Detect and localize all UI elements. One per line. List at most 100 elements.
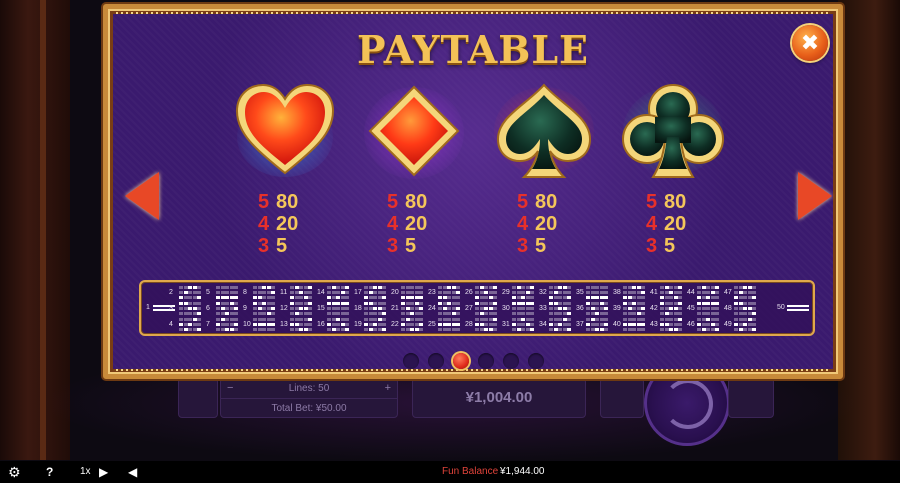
payline-number: 5 xyxy=(206,289,210,296)
payline-pattern xyxy=(401,302,423,316)
payout-count: 5 xyxy=(258,191,270,213)
sound-icon[interactable]: ◀ xyxy=(128,461,137,483)
payline-pattern xyxy=(216,318,238,332)
payline-pattern xyxy=(623,302,645,316)
payline-number: 42 xyxy=(650,305,658,312)
paylines-diagram: 1 50 2 3 4 5 6 7 8 9 10 11 12 13 14 15 16 17 18 19 20 21 22 2… xyxy=(139,280,815,336)
payline-number: 26 xyxy=(465,289,473,296)
payline-pattern xyxy=(586,286,608,300)
help-button[interactable]: ? xyxy=(46,461,53,483)
payline-pattern xyxy=(475,318,497,332)
payline-pattern xyxy=(586,318,608,332)
payline-number: 33 xyxy=(539,305,547,312)
payline-pattern xyxy=(401,286,423,300)
lines-plus-button[interactable]: + xyxy=(385,379,391,398)
payline-number: 27 xyxy=(465,305,473,312)
payline-number: 38 xyxy=(613,289,621,296)
payline-pattern xyxy=(327,302,349,316)
settings-gear-icon[interactable]: ⚙ xyxy=(8,461,21,483)
page-dot-3[interactable] xyxy=(452,353,469,369)
payline-number: 13 xyxy=(280,321,288,328)
payline-first-label: 1 xyxy=(146,304,150,311)
payline-pattern xyxy=(290,302,312,316)
payout-value: 20 xyxy=(276,213,299,235)
payline-number: 31 xyxy=(502,321,510,328)
page-dot-4[interactable] xyxy=(477,353,494,369)
paytable-title: PAYTABLE xyxy=(356,27,589,72)
balance-display: ¥1,004.00 xyxy=(412,378,586,418)
diamond-symbol-icon xyxy=(359,81,469,181)
payout-count: 3 xyxy=(517,235,529,257)
payout-value: 5 xyxy=(405,235,417,257)
payline-pattern xyxy=(734,318,756,332)
payline-number: 22 xyxy=(391,321,399,328)
payout-count: 4 xyxy=(646,213,658,235)
payout-value: 20 xyxy=(664,213,687,235)
payline-number: 44 xyxy=(687,289,695,296)
spade-payouts: 5 80 4 20 35 xyxy=(517,191,587,257)
payline-number: 37 xyxy=(576,321,584,328)
payline-number: 20 xyxy=(391,289,399,296)
payline-pattern xyxy=(549,286,571,300)
lines-row: − Lines: 50 + xyxy=(221,379,397,398)
payline-number: 21 xyxy=(391,305,399,312)
payline-pattern xyxy=(512,286,534,300)
paytable-panel: PAYTABLE ✖ 5 80 4 20 3 5 5 80 4 20 3 5 5… xyxy=(103,4,843,379)
payline-number: 49 xyxy=(724,321,732,328)
payline-pattern xyxy=(475,302,497,316)
page-indicator xyxy=(108,353,838,371)
payline-pattern xyxy=(253,286,275,300)
previous-page-arrow-icon[interactable] xyxy=(125,172,159,220)
payline-pattern xyxy=(253,302,275,316)
lines-minus-button[interactable]: − xyxy=(227,379,233,398)
payout-value: 5 xyxy=(276,235,288,257)
payline-number: 8 xyxy=(243,289,247,296)
page-dot-2[interactable] xyxy=(427,353,444,369)
payline-number: 28 xyxy=(465,321,473,328)
payline-number: 23 xyxy=(428,289,436,296)
payout-count: 3 xyxy=(387,235,399,257)
page-dot-5[interactable] xyxy=(502,353,519,369)
payline-pattern xyxy=(364,318,386,332)
page-dot-6[interactable] xyxy=(527,353,544,369)
total-bet-label: Total Bet: ¥50.00 xyxy=(271,403,347,414)
payline-pattern xyxy=(364,286,386,300)
payline-pattern xyxy=(660,318,682,332)
play-icon[interactable]: ▶ xyxy=(99,461,108,483)
payline-number: 36 xyxy=(576,305,584,312)
payline-number: 45 xyxy=(687,305,695,312)
payline-number: 15 xyxy=(317,305,325,312)
coins-button[interactable] xyxy=(600,378,644,418)
payout-count: 4 xyxy=(258,213,270,235)
payline-number: 30 xyxy=(502,305,510,312)
autoplay-button[interactable] xyxy=(728,378,774,418)
payline-number: 24 xyxy=(428,305,436,312)
close-button[interactable]: ✖ xyxy=(792,25,828,61)
payline-pattern xyxy=(549,302,571,316)
speed-toggle[interactable]: 1x xyxy=(80,461,91,483)
payline-pattern xyxy=(623,318,645,332)
payline-pattern xyxy=(401,318,423,332)
payline-pattern xyxy=(327,318,349,332)
heart-payouts: 5 80 4 20 35 xyxy=(258,191,328,257)
diamond-payouts: 5 80 4 20 35 xyxy=(387,191,457,257)
payline-number: 46 xyxy=(687,321,695,328)
payline-pattern xyxy=(438,302,460,316)
payout-value: 80 xyxy=(276,191,299,213)
next-page-arrow-icon[interactable] xyxy=(798,172,832,220)
payline-pattern xyxy=(660,302,682,316)
fun-balance-value: ¥1,944.00 xyxy=(500,466,545,477)
page-dot-1[interactable] xyxy=(402,353,419,369)
payline-pattern xyxy=(623,286,645,300)
payline-number: 10 xyxy=(243,321,251,328)
payline-number: 11 xyxy=(280,289,288,296)
payout-count: 5 xyxy=(646,191,658,213)
payline-pattern xyxy=(549,318,571,332)
bet-info-button[interactable] xyxy=(178,378,218,418)
payline-pattern xyxy=(475,286,497,300)
payline-pattern xyxy=(327,286,349,300)
payout-count: 3 xyxy=(258,235,270,257)
payout-count: 4 xyxy=(387,213,399,235)
payline-number: 29 xyxy=(502,289,510,296)
fun-balance-label: Fun Balance xyxy=(442,466,499,477)
